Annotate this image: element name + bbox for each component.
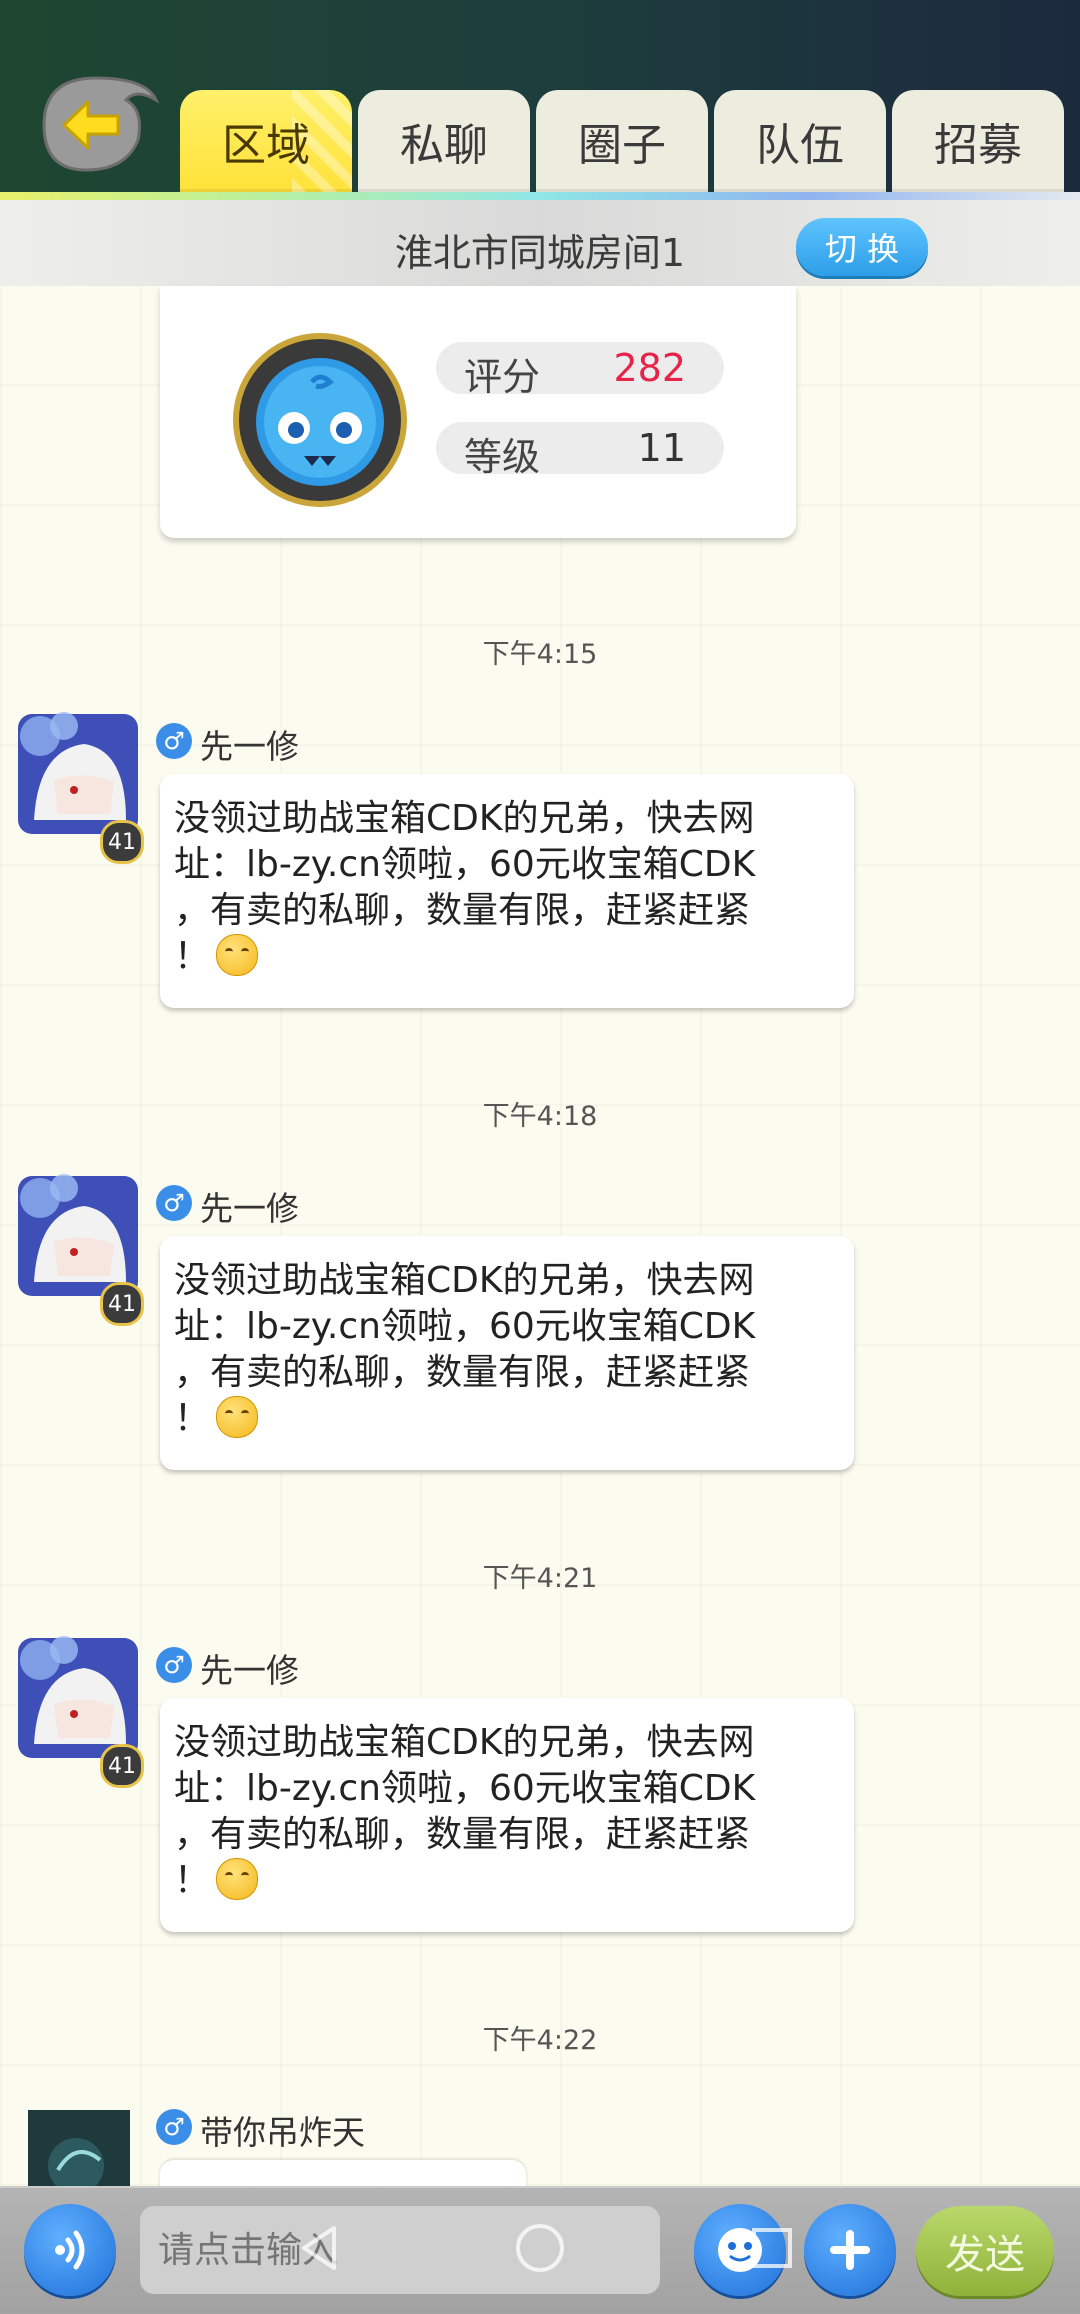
level-stat: 等级 11 <box>436 422 724 479</box>
user-avatar[interactable] <box>14 710 142 838</box>
sender-name[interactable]: 先一修 <box>200 720 299 768</box>
message-timestamp: 下午4:18 <box>482 1101 598 1132</box>
smile-emoji-icon <box>216 1858 259 1900</box>
score-stat: 评分 282 <box>436 342 724 399</box>
message-text: 没领过助战宝箱CDK的兄弟，快去网 址：lb-zy.cn领啦，60元收宝箱CDK… <box>174 798 756 977</box>
message-bubble[interactable]: 没领过助战宝箱CDK的兄弟，快去网 址：lb-zy.cn领啦，60元收宝箱CDK… <box>160 1236 854 1470</box>
male-icon: ♂ <box>156 2109 192 2145</box>
send-button[interactable]: 发送 <box>916 2206 1054 2296</box>
tab-recruit[interactable]: 招募 <box>892 90 1064 192</box>
level-value: 11 <box>637 426 686 470</box>
tab-circle-label: 圈子 <box>578 120 666 171</box>
message-timestamp: 下午4:22 <box>482 2025 598 2056</box>
tab-recruit-label: 招募 <box>934 120 1022 171</box>
back-arrow-icon <box>42 76 160 172</box>
voice-wave-icon <box>55 2230 85 2270</box>
add-button[interactable] <box>804 2204 896 2296</box>
voice-button[interactable] <box>24 2204 116 2296</box>
user-level-badge: 41 <box>100 1744 144 1788</box>
nav-home-icon[interactable] <box>510 2218 570 2278</box>
sender-name[interactable]: 先一修 <box>200 1644 299 1692</box>
message-timestamp: 下午4:21 <box>482 1563 598 1594</box>
tab-region-label: 区域 <box>222 120 310 171</box>
tab-private-chat[interactable]: 私聊 <box>358 90 530 192</box>
top-header: 区域 私聊 圈子 队伍 招募 <box>0 0 1080 200</box>
sender-name[interactable]: 先一修 <box>200 1182 299 1230</box>
nav-back-icon[interactable] <box>290 2218 350 2278</box>
user-level-badge: 41 <box>100 820 144 864</box>
message-input[interactable] <box>140 2206 660 2294</box>
message-bubble[interactable]: 没领过助战宝箱CDK的兄弟，快去网 址：lb-zy.cn领啦，60元收宝箱CDK… <box>160 774 854 1008</box>
plus-icon <box>830 2230 870 2270</box>
tab-private-chat-label: 私聊 <box>400 120 488 171</box>
smile-emoji-icon <box>216 934 259 976</box>
tab-region[interactable]: 区域 <box>180 90 352 192</box>
score-label: 评分 <box>464 355 541 399</box>
header-divider <box>0 192 1080 200</box>
message-bubble[interactable]: 没领过助战宝箱CDK的兄弟，快去网 址：lb-zy.cn领啦，60元收宝箱CDK… <box>160 1698 854 1932</box>
tab-circle[interactable]: 圈子 <box>536 90 708 192</box>
chat-area[interactable]: 评分 282 等级 11 下午4:15 41 ♂ 先一修 没领过助战宝箱CDK的… <box>0 286 1080 2200</box>
nav-recents-icon[interactable] <box>742 2218 802 2278</box>
monster-avatar-icon <box>233 333 407 507</box>
tab-team[interactable]: 队伍 <box>714 90 886 192</box>
message-timestamp: 下午4:15 <box>482 639 598 670</box>
score-value: 282 <box>613 346 686 390</box>
male-icon: ♂ <box>156 1647 192 1683</box>
male-icon: ♂ <box>156 723 192 759</box>
smile-emoji-icon <box>216 1396 259 1438</box>
level-label: 等级 <box>464 435 541 479</box>
message-text: 没领过助战宝箱CDK的兄弟，快去网 址：lb-zy.cn领啦，60元收宝箱CDK… <box>174 1260 756 1439</box>
user-avatar[interactable] <box>14 1172 142 1300</box>
sender-name[interactable]: 带你吊炸天 <box>200 2106 365 2154</box>
room-bar: 淮北市同城房间1 切 换 <box>0 200 1080 286</box>
male-icon: ♂ <box>156 1185 192 1221</box>
back-button[interactable] <box>26 70 166 180</box>
user-level-badge: 41 <box>100 1282 144 1326</box>
user-avatar[interactable] <box>14 1634 142 1762</box>
tab-team-label: 队伍 <box>756 120 844 171</box>
message-text: 没领过助战宝箱CDK的兄弟，快去网 址：lb-zy.cn领啦，60元收宝箱CDK… <box>174 1722 756 1901</box>
profile-card: 评分 282 等级 11 <box>160 286 796 538</box>
switch-room-button[interactable]: 切 换 <box>796 218 928 276</box>
